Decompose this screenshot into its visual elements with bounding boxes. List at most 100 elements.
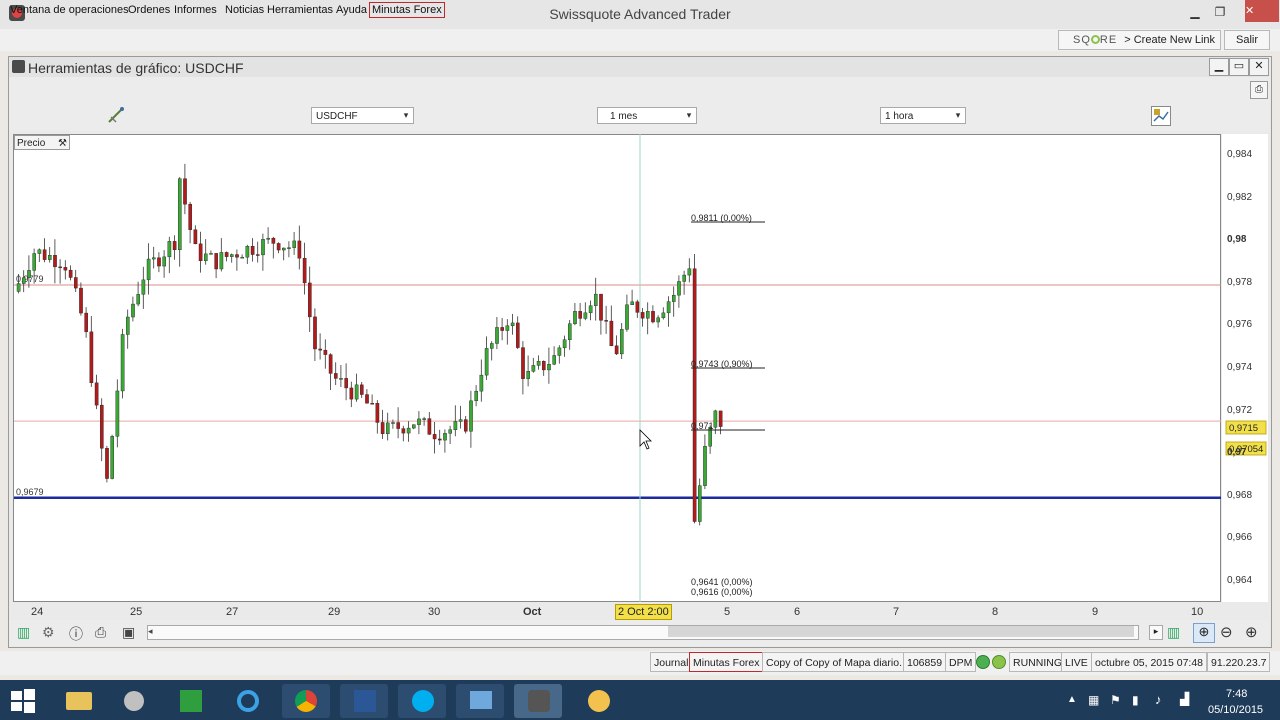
- candle-body: [188, 203, 193, 230]
- candle-body: [115, 390, 120, 437]
- candle-body: [302, 257, 307, 284]
- candle-body: [479, 374, 484, 392]
- x-tick-label: 7: [893, 606, 900, 618]
- x-tick-label: 24: [31, 606, 44, 618]
- mouse-cursor-icon: [639, 429, 652, 450]
- indicators-icon[interactable]: ⚙: [42, 624, 55, 641]
- remote-desktop-icon[interactable]: [456, 684, 504, 718]
- tray-signal-icon[interactable]: ▟: [1180, 692, 1189, 706]
- candle-body: [21, 277, 26, 284]
- tray-network-icon[interactable]: ▦: [1088, 693, 1099, 707]
- status-green-light-icon: [992, 655, 1006, 669]
- zoom-fit-icon[interactable]: ⊕: [1193, 623, 1215, 643]
- menu-item-informes[interactable]: Informes: [174, 4, 217, 16]
- candle-body: [427, 418, 432, 435]
- candle-body: [245, 246, 250, 258]
- candle-body: [271, 237, 276, 244]
- swissquote-trader-icon[interactable]: [514, 684, 562, 718]
- status-account: 106859: [903, 652, 947, 672]
- draw-tools-icon[interactable]: [106, 105, 126, 125]
- window-minimize-icon[interactable]: ▁: [1209, 58, 1229, 76]
- windows-start-icon[interactable]: [10, 688, 36, 714]
- scrollbar-thumb[interactable]: [668, 626, 1134, 637]
- menu-item-minutas-forex[interactable]: Minutas Forex: [369, 2, 445, 18]
- candle-body: [646, 311, 650, 319]
- tray-up-icon[interactable]: ▲: [1067, 694, 1077, 705]
- x-tick-label: 8: [992, 606, 999, 618]
- file-explorer-icon[interactable]: [54, 684, 102, 718]
- store-icon[interactable]: [166, 684, 214, 718]
- tray-power-icon[interactable]: ▮: [1132, 693, 1139, 707]
- status-minutas-forex[interactable]: Minutas Forex: [689, 652, 764, 672]
- menu-item-ayuda[interactable]: Ayuda: [336, 4, 367, 16]
- minimize-icon[interactable]: ▁: [1185, 4, 1205, 20]
- tray-flag-icon[interactable]: ⚑: [1110, 693, 1121, 707]
- candle-body: [89, 331, 94, 384]
- scroll-right-icon[interactable]: ▸: [1149, 625, 1163, 640]
- fib-label: 0,9811 (0,00%): [691, 213, 752, 223]
- maximize-icon[interactable]: ❐: [1210, 4, 1230, 20]
- candle-body: [53, 255, 57, 268]
- print-chart-icon[interactable]: ⎙: [95, 624, 106, 641]
- taskbar-clock-time[interactable]: 7:48: [1226, 688, 1247, 700]
- symbol-select[interactable]: USDCHF ▾: [311, 107, 414, 124]
- menu-item-noticias[interactable]: Noticias: [225, 4, 264, 16]
- y-tick-label: 0,972: [1227, 404, 1253, 416]
- candle-body: [84, 312, 88, 333]
- tray-volume-icon[interactable]: ♪: [1155, 692, 1162, 707]
- autoscroll-icon[interactable]: ▥: [1167, 624, 1180, 641]
- fib-label: 0,9616 (0,00%): [691, 587, 753, 597]
- menu-item-herramientas[interactable]: Herramientas: [267, 4, 333, 16]
- candle-body: [172, 241, 177, 251]
- window-close-icon[interactable]: ✕: [1249, 58, 1269, 76]
- window-restore-icon[interactable]: ▭: [1229, 58, 1249, 76]
- squore-brand: SQ: [1073, 34, 1091, 46]
- internet-explorer-icon[interactable]: [224, 684, 272, 718]
- range-select[interactable]: 1 mes ▾: [597, 107, 697, 124]
- price-badge-text: 0,9715: [1229, 423, 1258, 434]
- candle-body: [177, 178, 182, 251]
- status-journal[interactable]: Journal: [650, 652, 693, 672]
- candle-body: [349, 387, 354, 400]
- info-icon[interactable]: ⓘ: [69, 624, 83, 644]
- menu-item-ordenes[interactable]: Ordenes: [128, 4, 170, 16]
- skype-icon[interactable]: [398, 684, 446, 718]
- create-new-link-button[interactable]: SQ RE > Create New Link: [1058, 30, 1221, 50]
- candle-body: [401, 428, 406, 434]
- wrench-icon: ⚒: [58, 138, 67, 149]
- candle-body: [396, 422, 401, 429]
- taskbar-clock-date[interactable]: 05/10/2015: [1208, 704, 1263, 716]
- candle-body: [677, 281, 681, 296]
- create-new-link-label: > Create New Link: [1124, 34, 1216, 46]
- candlestick-chart[interactable]: 0,97790,96790,9811 (0,00%)0,9743 (0,90%)…: [13, 134, 1269, 604]
- print-icon[interactable]: ⎙: [1250, 81, 1268, 99]
- candle-body: [614, 345, 619, 355]
- app-flower-icon[interactable]: [574, 684, 622, 718]
- candle-body: [531, 365, 536, 372]
- word-icon[interactable]: [340, 684, 388, 718]
- candle-body: [193, 229, 198, 245]
- zoom-in-icon[interactable]: ⊕: [1245, 623, 1258, 641]
- candle-body: [297, 240, 302, 259]
- menu-item-ventana[interactable]: Ventana de operaciones: [10, 4, 129, 16]
- close-icon[interactable]: ✕: [1245, 0, 1279, 22]
- bar-chart-icon[interactable]: ▥: [17, 624, 30, 641]
- app-icon[interactable]: [110, 684, 158, 718]
- candle-body: [105, 448, 109, 479]
- candle-body: [406, 427, 411, 434]
- chart-settings-icon[interactable]: [1151, 106, 1171, 126]
- zoom-out-icon[interactable]: ⊖: [1220, 623, 1233, 641]
- interval-select[interactable]: 1 hora ▾: [880, 107, 966, 124]
- salir-button[interactable]: Salir: [1224, 30, 1270, 50]
- candle-body: [474, 390, 479, 402]
- scroll-left-icon[interactable]: ◂: [148, 626, 153, 637]
- candle-body: [198, 243, 203, 262]
- candle-body: [125, 316, 130, 335]
- save-icon[interactable]: ▣: [122, 624, 135, 641]
- status-green-light-icon: [976, 655, 990, 669]
- candle-body: [573, 311, 577, 324]
- candle-body: [63, 267, 68, 271]
- price-indicator-label[interactable]: Precio ⚒: [14, 135, 70, 150]
- chrome-icon[interactable]: [282, 684, 330, 718]
- candle-body: [99, 404, 104, 449]
